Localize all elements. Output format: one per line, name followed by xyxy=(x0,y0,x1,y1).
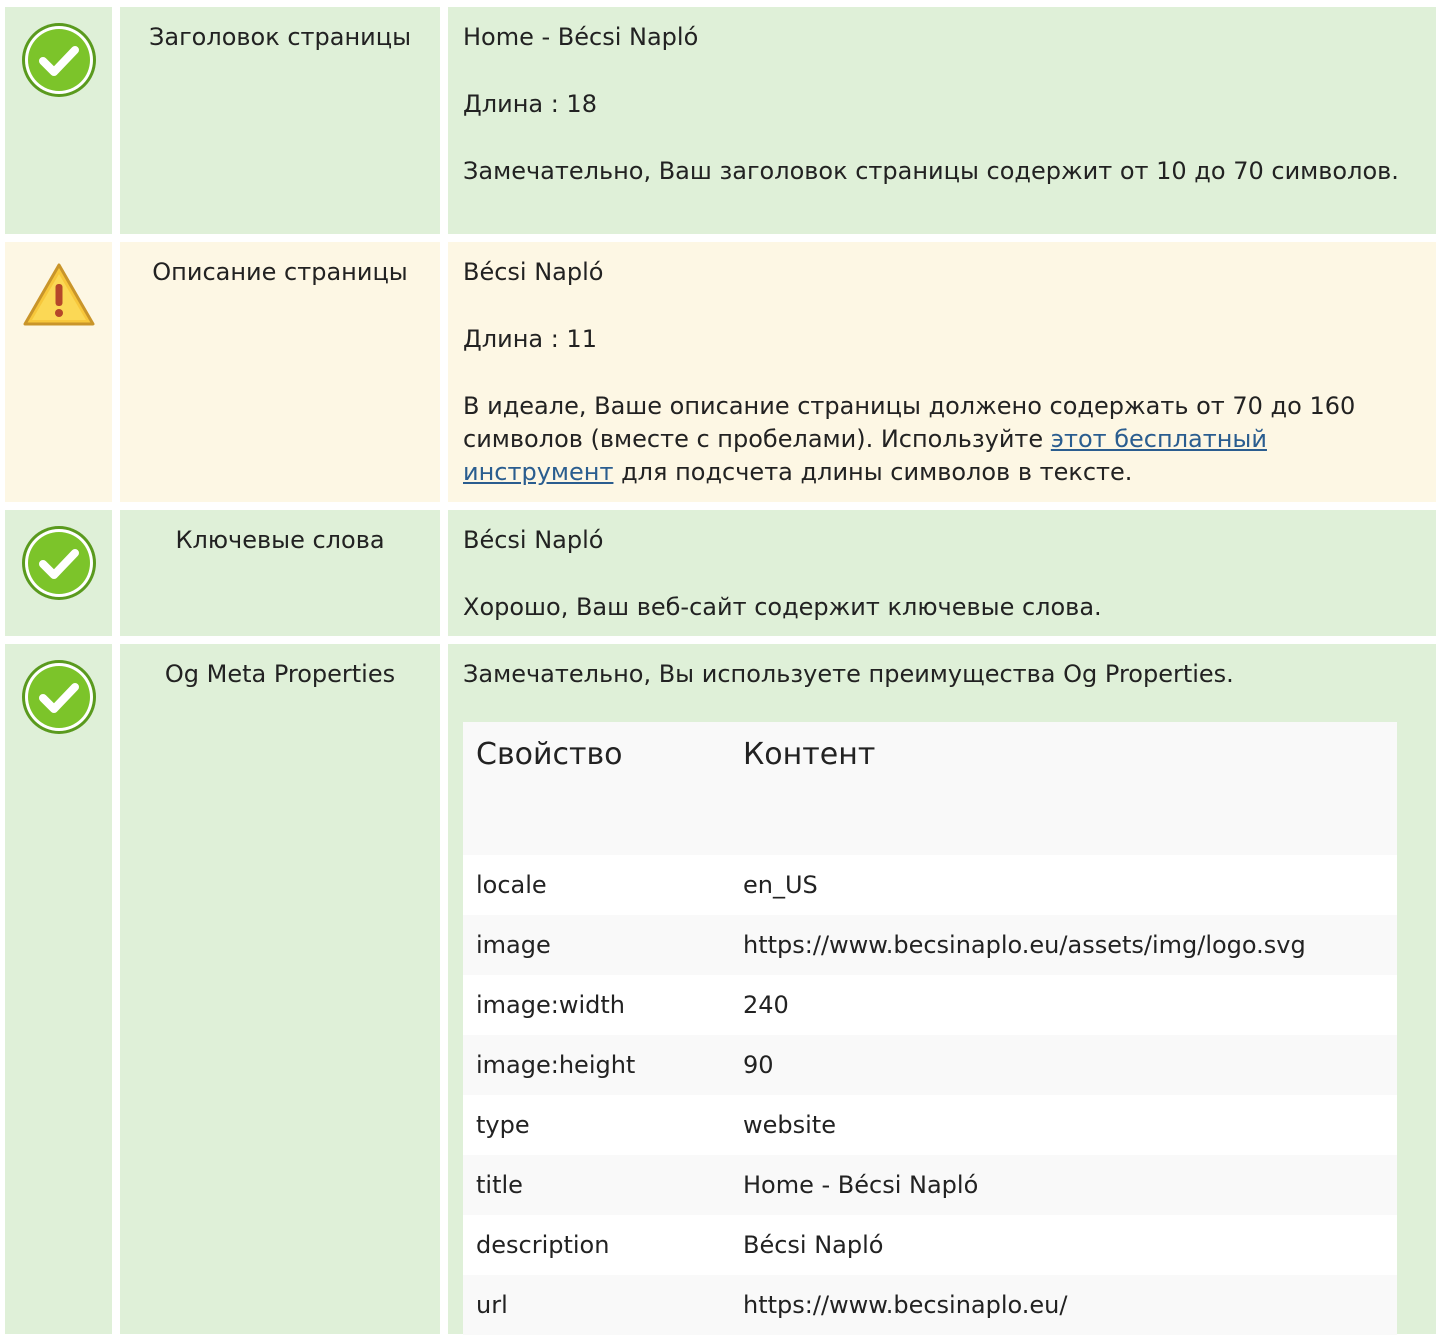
status-cell xyxy=(5,510,112,636)
description-value: Bécsi Napló xyxy=(463,258,604,286)
status-cell xyxy=(5,242,112,502)
content-cell: Home - Bécsi Napló xyxy=(730,1155,1397,1215)
og-properties-table: Свойство Контент locale en_US image http… xyxy=(463,722,1397,1335)
property-cell: url xyxy=(463,1275,730,1335)
property-cell: locale xyxy=(463,855,730,915)
result-row-og-properties: Og Meta Properties Замечательно, Вы испо… xyxy=(5,644,1436,1335)
table-row: image:height 90 xyxy=(463,1035,1397,1095)
row-content: Замечательно, Вы используете преимуществ… xyxy=(448,644,1436,1335)
table-row: title Home - Bécsi Napló xyxy=(463,1155,1397,1215)
row-content: Bécsi Napló Длина : 11 В идеале, Ваше оп… xyxy=(448,242,1436,502)
warning-triangle-icon xyxy=(22,262,96,328)
keywords-message: Хорошо, Ваш веб-сайт содержит ключевые с… xyxy=(463,593,1102,621)
property-cell: type xyxy=(463,1095,730,1155)
description-message: В идеале, Ваше описание страницы должено… xyxy=(463,390,1422,489)
property-cell: image xyxy=(463,915,730,975)
table-header-row: Свойство Контент xyxy=(463,722,1397,855)
content-cell: website xyxy=(730,1095,1397,1155)
check-circle-icon xyxy=(20,524,98,602)
content-cell: https://www.becsinaplo.eu/assets/img/log… xyxy=(730,915,1397,975)
og-message: Замечательно, Вы используете преимуществ… xyxy=(463,660,1234,688)
title-length: Длина : 18 xyxy=(463,90,597,118)
table-row: image https://www.becsinaplo.eu/assets/i… xyxy=(463,915,1397,975)
content-cell: https://www.becsinaplo.eu/ xyxy=(730,1275,1397,1335)
table-row: locale en_US xyxy=(463,855,1397,915)
message-text-after: для подсчета длины символов в тексте. xyxy=(613,458,1133,486)
table-row: description Bécsi Napló xyxy=(463,1215,1397,1275)
table-row: image:width 240 xyxy=(463,975,1397,1035)
row-label: Ключевые слова xyxy=(120,510,440,636)
row-content: Home - Bécsi Napló Длина : 18 Замечатель… xyxy=(448,7,1436,234)
content-cell: Bécsi Napló xyxy=(730,1215,1397,1275)
row-label: Og Meta Properties xyxy=(120,644,440,1334)
result-row-keywords: Ключевые слова Bécsi Napló Хорошо, Ваш в… xyxy=(5,510,1436,636)
description-length: Длина : 11 xyxy=(463,325,597,353)
property-cell: image:height xyxy=(463,1035,730,1095)
check-circle-icon xyxy=(20,21,98,99)
title-value: Home - Bécsi Napló xyxy=(463,23,699,51)
row-label: Заголовок страницы xyxy=(120,7,440,234)
row-content: Bécsi Napló Хорошо, Ваш веб-сайт содержи… xyxy=(448,510,1436,636)
content-cell: 240 xyxy=(730,975,1397,1035)
property-cell: title xyxy=(463,1155,730,1215)
row-label: Описание страницы xyxy=(120,242,440,502)
column-header-content: Контент xyxy=(730,722,1397,855)
result-row-title: Заголовок страницы Home - Bécsi Napló Дл… xyxy=(5,7,1436,234)
property-cell: description xyxy=(463,1215,730,1275)
content-cell: en_US xyxy=(730,855,1397,915)
status-cell xyxy=(5,7,112,234)
keywords-value: Bécsi Napló xyxy=(463,526,604,554)
property-cell: image:width xyxy=(463,975,730,1035)
title-message: Замечательно, Ваш заголовок страницы сод… xyxy=(463,157,1399,185)
table-row: type website xyxy=(463,1095,1397,1155)
check-circle-icon xyxy=(20,658,98,736)
table-row: url https://www.becsinaplo.eu/ xyxy=(463,1275,1397,1335)
result-row-description: Описание страницы Bécsi Napló Длина : 11… xyxy=(5,242,1436,502)
status-cell xyxy=(5,644,112,1334)
content-cell: 90 xyxy=(730,1035,1397,1095)
column-header-property: Свойство xyxy=(463,722,730,855)
